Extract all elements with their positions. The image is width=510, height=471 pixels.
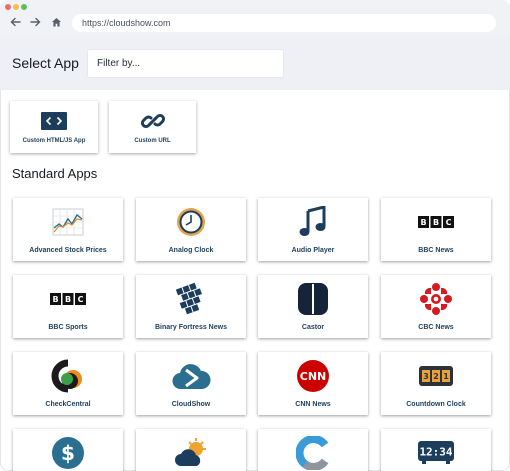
svg-text:2: 2: [433, 372, 439, 381]
app-tile-label: Audio Player: [291, 247, 335, 254]
section-title: Standard Apps: [12, 166, 98, 181]
app-tile[interactable]: [258, 429, 368, 471]
letter-c-icon: [258, 436, 368, 470]
app-tile[interactable]: CBC News: [381, 275, 491, 338]
custom-app-label: Custom URL: [134, 138, 171, 144]
checkcentral-icon: [13, 359, 123, 393]
app-tile-label: Castor: [301, 324, 325, 331]
app-tile[interactable]: CloudShow: [136, 352, 246, 415]
arrow-right-icon: [29, 17, 40, 27]
app-tile-label: Binary Fortress News: [155, 324, 227, 331]
custom-url-card[interactable]: Custom URL: [109, 101, 196, 153]
digital-clock-icon: 12:34: [381, 436, 491, 470]
page-title: Select App: [12, 55, 79, 71]
app-tile[interactable]: $: [13, 429, 123, 471]
svg-text:CNN: CNN: [300, 370, 327, 383]
app-tile-label: BBC Sports: [48, 324, 88, 331]
music-note-icon: [258, 205, 368, 239]
svg-text:3: 3: [423, 372, 429, 381]
bbc-logo-icon: BBC: [381, 205, 491, 239]
analog-clock-icon: [136, 205, 246, 239]
app-tile[interactable]: 12:34: [381, 429, 491, 471]
svg-text:C: C: [78, 295, 84, 304]
app-tile[interactable]: Analog Clock: [136, 198, 246, 261]
maximize-window-button[interactable]: [21, 4, 27, 10]
svg-text:B: B: [52, 295, 58, 304]
app-tile-label: CheckCentral: [45, 401, 91, 408]
minimize-window-button[interactable]: [13, 4, 19, 10]
cbc-gem-icon: [381, 282, 491, 316]
close-window-button[interactable]: [5, 4, 11, 10]
svg-text:B: B: [433, 218, 439, 227]
countdown-clock-icon: 321: [381, 359, 491, 393]
cnn-logo-icon: CNN: [258, 359, 368, 393]
dollar-icon: $: [13, 436, 123, 470]
app-tile-label: Countdown Clock: [406, 401, 466, 408]
app-tile-label: Advanced Stock Prices: [29, 247, 107, 254]
svg-text:$: $: [61, 441, 75, 465]
svg-text:B: B: [420, 218, 426, 227]
address-bar[interactable]: https://cloudshow.com: [72, 14, 496, 32]
svg-text:1: 1: [443, 372, 449, 381]
back-button[interactable]: [8, 15, 22, 29]
app-tile[interactable]: BBC BBC Sports: [13, 275, 123, 338]
weather-icon: [136, 436, 246, 470]
home-button[interactable]: [49, 15, 63, 29]
app-tile[interactable]: CNN CNN News: [258, 352, 368, 415]
app-tile[interactable]: Audio Player: [258, 198, 368, 261]
browser-toolbar: https://cloudshow.com: [0, 0, 510, 36]
stock-chart-icon: [13, 205, 123, 239]
app-tile-label: CNN News: [295, 401, 331, 408]
app-tile[interactable]: Castor: [258, 275, 368, 338]
app-tile[interactable]: BBC BBC News: [381, 198, 491, 261]
bbc-logo-icon: BBC: [13, 282, 123, 316]
app-tile[interactable]: [136, 429, 246, 471]
app-tile-label: CloudShow: [171, 401, 211, 408]
app-tile[interactable]: CheckCentral: [13, 352, 123, 415]
custom-app-label: Custom HTML/JS App: [22, 138, 86, 144]
app-tile[interactable]: 321 Countdown Clock: [381, 352, 491, 415]
browser-window: https://cloudshow.com Select App Custom …: [0, 0, 510, 471]
app-tile-label: BBC News: [418, 247, 454, 254]
svg-text:C: C: [446, 218, 452, 227]
app-tile-label: Analog Clock: [168, 247, 214, 254]
castor-icon: [258, 282, 368, 316]
app-tile[interactable]: Advanced Stock Prices: [13, 198, 123, 261]
link-icon: [140, 109, 165, 133]
custom-html-app-card[interactable]: Custom HTML/JS App: [10, 101, 98, 153]
binary-fortress-icon: [136, 282, 246, 316]
svg-text:12:34: 12:34: [419, 446, 452, 459]
app-tile[interactable]: Binary Fortress News: [136, 275, 246, 338]
forward-button[interactable]: [28, 15, 42, 29]
filter-input[interactable]: [87, 49, 284, 78]
arrow-left-icon: [10, 17, 21, 27]
svg-text:B: B: [65, 295, 71, 304]
code-icon: [41, 109, 67, 133]
app-tile-label: CBC News: [418, 324, 454, 331]
home-icon: [51, 18, 61, 27]
cloudshow-icon: [136, 359, 246, 393]
